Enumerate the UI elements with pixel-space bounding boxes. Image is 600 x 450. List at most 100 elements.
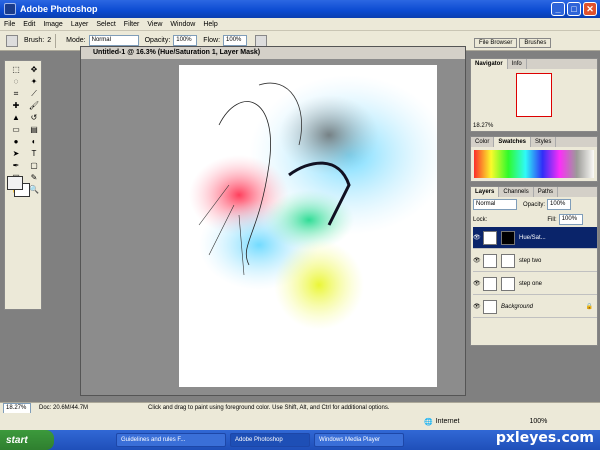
tab-channels[interactable]: Channels [499, 187, 534, 197]
slice-tool-icon[interactable]: ⟋ [27, 89, 41, 99]
move-tool-icon[interactable]: ✥ [27, 65, 41, 75]
fill-label: Fill: [547, 216, 557, 223]
layer-opacity-label: Opacity: [523, 201, 546, 208]
mode-label: Mode: [66, 37, 86, 44]
layer-mask-thumbnail [501, 230, 515, 245]
internet-zone-icon: 🌐 [424, 418, 433, 426]
menu-edit[interactable]: Edit [23, 21, 35, 28]
type-tool-icon[interactable]: T [27, 149, 41, 159]
menu-layer[interactable]: Layer [71, 21, 89, 28]
layer-row[interactable]: 👁 Hue/Sat... [473, 227, 597, 249]
navigator-thumbnail[interactable] [516, 73, 552, 117]
layers-panel: Layers Channels Paths Normal Opacity: 10… [470, 186, 598, 346]
menu-file[interactable]: File [4, 21, 15, 28]
pen-tool-icon[interactable]: ✒ [9, 161, 23, 171]
document-window: Untitled-1 @ 16.3% (Hue/Saturation 1, La… [80, 46, 466, 396]
menu-image[interactable]: Image [43, 21, 62, 28]
healing-brush-icon[interactable]: ✚ [9, 101, 23, 111]
opacity-field[interactable]: 100% [173, 35, 198, 46]
status-hint: Click and drag to paint using foreground… [148, 405, 390, 411]
shape-tool-icon[interactable]: ▢ [27, 161, 41, 171]
magic-wand-icon[interactable]: ✦ [27, 77, 41, 87]
browser-status-bar: 🌐 Internet 100% [0, 413, 600, 430]
dodge-tool-icon[interactable]: ◐ [27, 137, 41, 147]
foreground-color-swatch[interactable] [7, 176, 23, 190]
canvas[interactable] [179, 65, 449, 387]
menu-filter[interactable]: Filter [124, 21, 140, 28]
menu-select[interactable]: Select [96, 21, 115, 28]
taskbar-item-media-player[interactable]: Windows Media Player [314, 433, 404, 447]
tab-navigator[interactable]: Navigator [471, 59, 508, 69]
menu-view[interactable]: View [147, 21, 162, 28]
fill-field[interactable]: 100% [558, 214, 583, 225]
start-button[interactable]: start [0, 430, 54, 450]
lock-label: Lock: [473, 216, 488, 223]
gradient-tool-icon[interactable]: ▤ [27, 125, 41, 135]
eye-icon[interactable]: 👁 [473, 303, 483, 310]
eraser-tool-icon[interactable]: ▭ [9, 125, 23, 135]
layer-name: Background [501, 303, 534, 310]
brush-tool-icon[interactable] [6, 34, 18, 47]
artwork [189, 75, 449, 330]
opacity-label: Opacity: [144, 37, 171, 44]
lasso-tool-icon[interactable]: ◌ [9, 77, 23, 87]
taskbar-item-guidelines[interactable]: Guidelines and rules F... [116, 433, 226, 447]
layer-thumbnail [483, 230, 497, 245]
layer-name: step two [519, 257, 542, 264]
layer-thumbnail [483, 276, 497, 291]
status-doc-size[interactable]: Doc: 20.6M/44.7M [39, 403, 88, 413]
eye-icon[interactable]: 👁 [473, 257, 483, 264]
window-title: Adobe Photoshop [20, 4, 98, 14]
tab-info[interactable]: Info [508, 59, 527, 69]
menu-bar: File Edit Image Layer Select Filter View… [0, 18, 600, 31]
eye-icon[interactable]: 👁 [473, 234, 483, 241]
tab-file-browser[interactable]: File Browser [474, 38, 518, 48]
taskbar-item-photoshop[interactable]: Adobe Photoshop [230, 433, 310, 447]
layer-row[interactable]: 👁 Background 🔒 [473, 296, 597, 318]
layer-mask-thumbnail [501, 253, 515, 268]
ie-zoom[interactable]: 100% [529, 418, 547, 425]
layer-name: step one [519, 280, 543, 287]
swatch-grid[interactable] [474, 150, 594, 178]
eyedropper-icon[interactable]: ✎ [27, 173, 41, 183]
tab-brushes[interactable]: Brushes [519, 38, 552, 48]
tab-swatches[interactable]: Swatches [494, 137, 532, 147]
minimize-button[interactable]: _ [551, 2, 565, 16]
layer-mask-thumbnail [501, 276, 515, 291]
brush-tool-icon[interactable]: 🖌 [27, 101, 41, 111]
crop-tool-icon[interactable]: ⌗ [9, 89, 23, 99]
flow-field[interactable]: 100% [223, 35, 248, 46]
photoshop-icon [4, 3, 16, 15]
history-brush-icon[interactable]: ↺ [27, 113, 41, 123]
layer-opacity-field[interactable]: 100% [547, 199, 572, 210]
internet-zone: Internet [435, 418, 460, 425]
tab-layers[interactable]: Layers [471, 187, 500, 197]
layer-row[interactable]: 👁 step two [473, 250, 597, 272]
navigator-panel: Navigator Info 18.27% [470, 58, 598, 132]
status-bar: 18.27% Doc: 20.6M/44.7M Click and drag t… [0, 402, 600, 414]
navigator-zoom[interactable]: 18.27% [473, 123, 493, 129]
blend-mode-select[interactable]: Normal [473, 199, 517, 210]
path-select-icon[interactable]: ➤ [9, 149, 23, 159]
tab-styles[interactable]: Styles [531, 137, 557, 147]
layer-thumbnail [483, 253, 497, 268]
swatches-panel: Color Swatches Styles [470, 136, 598, 182]
close-button[interactable]: ✕ [583, 2, 597, 16]
document-title: Untitled-1 @ 16.3% (Hue/Saturation 1, La… [81, 47, 465, 59]
mode-select[interactable]: Normal [88, 35, 139, 46]
maximize-button[interactable]: □ [567, 2, 581, 16]
marquee-tool-icon[interactable]: ⬚ [9, 65, 23, 75]
menu-help[interactable]: Help [203, 21, 217, 28]
brush-size[interactable]: 2 [47, 37, 51, 44]
tab-paths[interactable]: Paths [534, 187, 559, 197]
window-titlebar: Adobe Photoshop _ □ ✕ [0, 0, 600, 18]
layer-thumbnail [483, 299, 497, 314]
airbrush-icon[interactable] [255, 34, 268, 47]
status-zoom[interactable]: 18.27% [3, 402, 31, 414]
menu-window[interactable]: Window [170, 21, 195, 28]
tab-color[interactable]: Color [471, 137, 495, 147]
eye-icon[interactable]: 👁 [473, 280, 483, 287]
blur-tool-icon[interactable]: ● [9, 137, 23, 147]
stamp-tool-icon[interactable]: ▲ [9, 113, 23, 123]
layer-row[interactable]: 👁 step one [473, 273, 597, 295]
